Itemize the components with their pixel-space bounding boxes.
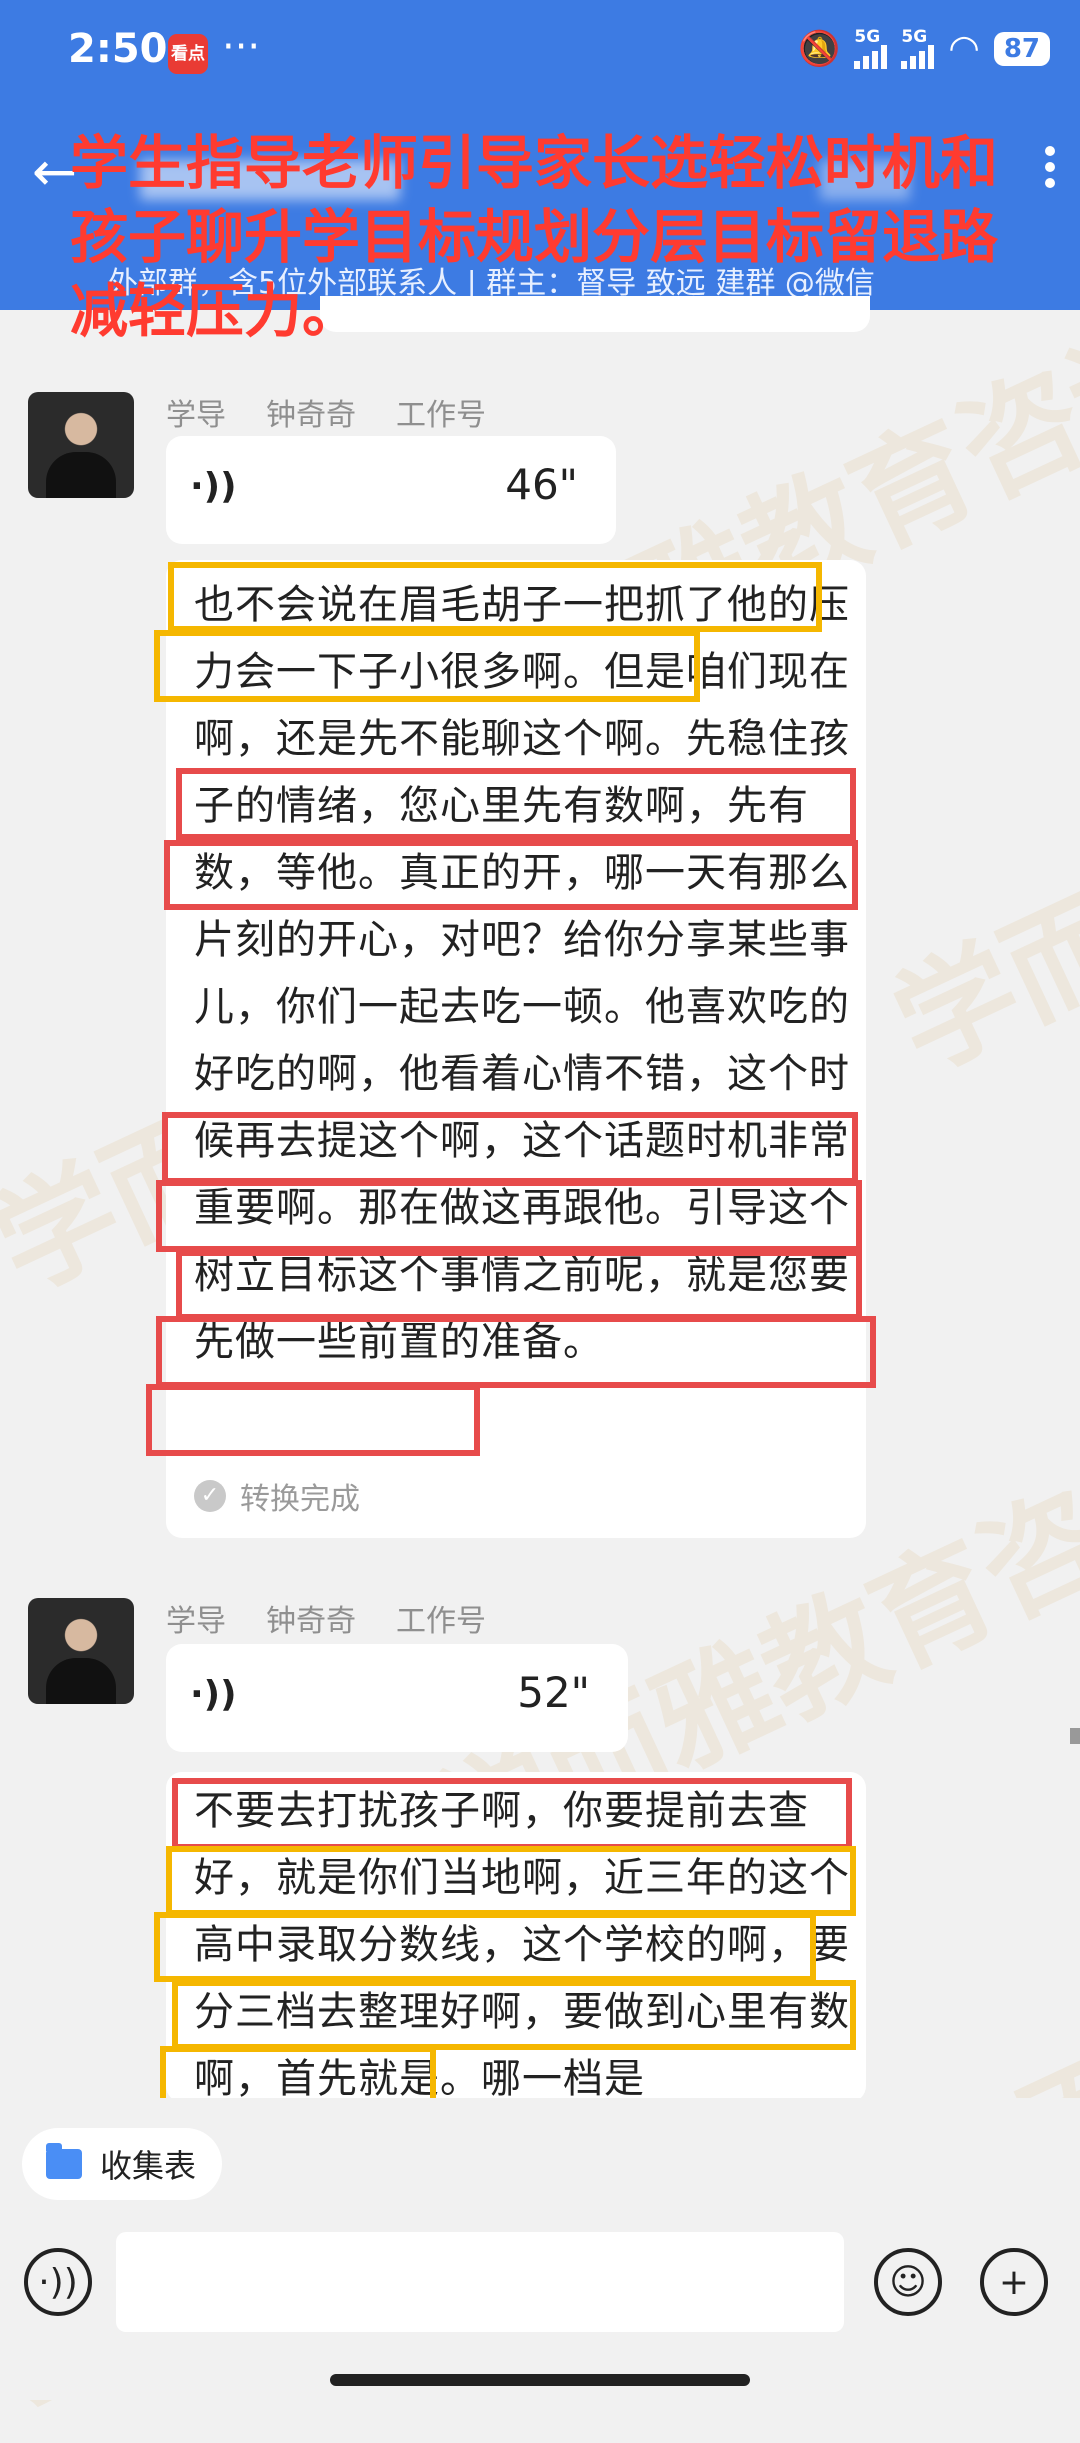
app-notification-icon: 看点: [168, 34, 208, 74]
highlight-box: [168, 562, 822, 632]
voice-input-button[interactable]: ·)): [24, 2248, 92, 2316]
watermark: 学而雅教育咨询: [874, 616, 1080, 1098]
voice-duration: 46": [505, 460, 578, 509]
signal-icon: 5G: [854, 28, 888, 69]
collect-form-button[interactable]: 收集表: [22, 2128, 223, 2200]
highlight-box: [172, 1980, 856, 2050]
sender-info: 学导 钟奇奇 工作号: [166, 1604, 486, 1639]
highlight-box: [164, 840, 858, 910]
clock: 2:50: [68, 26, 168, 72]
message-input[interactable]: [116, 2232, 844, 2332]
home-indicator[interactable]: [330, 2374, 750, 2386]
voice-message[interactable]: ·)) 52": [166, 1644, 628, 1752]
highlight-box: [172, 1778, 852, 1850]
signal-icon-2: 5G: [901, 28, 935, 69]
highlight-box: [146, 1384, 480, 1456]
emoji-button[interactable]: ☺: [874, 2248, 942, 2316]
sender-info: 学导 钟奇奇 工作号: [166, 398, 486, 433]
highlight-box: [156, 1316, 876, 1388]
highlight-box: [176, 1250, 862, 1320]
more-notifications-icon: ···: [222, 24, 261, 70]
mute-bell-icon: 🔕: [798, 28, 841, 69]
highlight-box: [166, 1846, 856, 1916]
avatar[interactable]: [28, 1598, 134, 1704]
avatar[interactable]: [28, 392, 134, 498]
voice-play-icon: ·)): [190, 466, 237, 507]
highlight-box: [176, 768, 856, 840]
status-bar: 2:50 看点 ··· 🔕 5G 5G ◠ 87: [0, 0, 1080, 110]
highlight-box: [156, 1180, 862, 1252]
battery-indicator: 87: [993, 31, 1050, 66]
more-menu-icon[interactable]: [1040, 140, 1060, 194]
add-button[interactable]: +: [980, 2248, 1048, 2316]
highlight-box: [162, 1112, 858, 1184]
scroll-edge-mark: [1070, 1728, 1080, 1744]
voice-duration: 52": [517, 1668, 590, 1717]
highlight-box: [154, 630, 700, 702]
overlay-caption: 学生指导老师引导家长选轻松时机和孩子聊升学目标规划分层目标留退路减轻压力。: [70, 129, 999, 345]
wifi-icon: ◠: [948, 28, 980, 69]
check-icon: ✓: [194, 1480, 226, 1512]
highlight-box: [154, 1912, 816, 1982]
conversion-status: ✓ 转换完成: [194, 1474, 360, 1518]
voice-message[interactable]: ·)) 46": [166, 436, 616, 544]
folder-icon: [46, 2143, 82, 2179]
voice-play-icon: ·)): [190, 1674, 237, 1715]
